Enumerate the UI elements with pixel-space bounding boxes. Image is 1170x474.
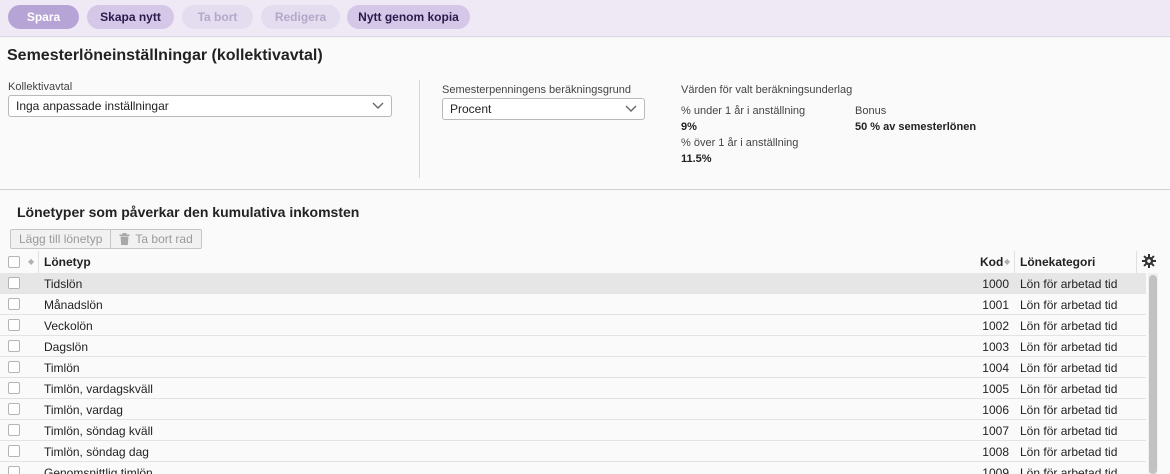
cell-category: Lön för arbetad tid — [1020, 403, 1118, 417]
select-all-checkbox[interactable] — [8, 256, 20, 268]
row-checkbox[interactable] — [8, 298, 20, 310]
column-header-code[interactable]: Kod — [980, 255, 1003, 269]
under-1-year-value: 9% — [681, 121, 697, 133]
cell-category: Lön för arbetad tid — [1020, 445, 1118, 459]
row-checkbox[interactable] — [8, 424, 20, 436]
section-divider — [419, 80, 420, 178]
chevron-down-icon — [372, 102, 384, 109]
grid-title: Lönetyper som påverkar den kumulativa in… — [17, 204, 360, 220]
table-row[interactable]: Timlön, vardagskväll 1005 Lön för arbetad … — [0, 378, 1146, 399]
row-checkbox[interactable] — [8, 445, 20, 457]
cell-salary-type: Tidslön — [44, 277, 83, 291]
cell-salary-type: Timlön, vardagskväll — [44, 382, 153, 396]
cell-salary-type: Veckolön — [44, 319, 93, 333]
grid-actions: Lägg till lönetyp Ta bort rad — [10, 229, 202, 249]
cell-salary-type: Timlön, söndag kväll — [44, 424, 153, 438]
table-row[interactable]: Timlön, söndag kväll 1007 Lön för arbetad … — [0, 420, 1146, 441]
cell-code: 1003 — [982, 340, 1009, 354]
table-row[interactable]: Veckolön 1002 Lön för arbetad tid — [0, 315, 1146, 336]
calc-basis-label: Semesterpenningens beräkningsgrund — [442, 84, 631, 96]
main-content: Semesterlöneinställningar (kollektivavta… — [0, 38, 1170, 474]
row-checkbox[interactable] — [8, 340, 20, 352]
row-checkbox[interactable] — [8, 466, 20, 474]
trash-icon — [119, 233, 130, 245]
column-separator — [1014, 251, 1015, 273]
chevron-down-icon — [625, 105, 637, 112]
row-checkbox[interactable] — [8, 319, 20, 331]
remove-row-button[interactable]: Ta bort rad — [110, 230, 200, 248]
column-header-name[interactable]: Lönetyp — [44, 255, 91, 269]
cell-code: 1000 — [982, 277, 1009, 291]
cell-code: 1006 — [982, 403, 1009, 417]
delete-button[interactable]: Ta bort — [182, 5, 253, 29]
row-checkbox[interactable] — [8, 403, 20, 415]
table-row[interactable]: Timlön, söndag dag 1008 Lön för arbetad ti… — [0, 441, 1146, 462]
over-1-year-value: 11.5% — [681, 153, 712, 165]
add-salary-type-label: Lägg till lönetyp — [19, 232, 103, 246]
column-separator — [1136, 251, 1137, 273]
row-checkbox[interactable] — [8, 361, 20, 373]
table-row[interactable]: Timlön 1004 Lön för arbetad tid — [0, 357, 1146, 378]
sort-icon[interactable]: ◆ — [1004, 257, 1010, 266]
sort-icon[interactable]: ◆ — [28, 257, 34, 266]
cell-category: Lön för arbetad tid — [1020, 382, 1118, 396]
column-separator — [38, 251, 39, 273]
table-row[interactable]: Genomsnittlig timlön 1009 Lön för arbetad … — [0, 462, 1146, 474]
edit-button[interactable]: Redigera — [261, 5, 340, 29]
cell-category: Lön för arbetad tid — [1020, 466, 1118, 474]
cell-code: 1009 — [982, 466, 1009, 474]
bonus-value: 50 % av semesterlönen — [855, 121, 977, 133]
toolbar: Spara Skapa nytt Ta bort Redigera Nytt g… — [0, 0, 1170, 37]
grid-header: ◆ Lönetyp Kod ◆ Lönekategori — [0, 251, 1160, 273]
column-header-category[interactable]: Lönekategori — [1020, 255, 1095, 269]
agreement-label: Kollektivavtal — [8, 81, 73, 93]
create-new-button[interactable]: Skapa nytt — [87, 5, 174, 29]
remove-row-label: Ta bort rad — [135, 232, 193, 246]
add-salary-type-button[interactable]: Lägg till lönetyp — [11, 230, 110, 248]
row-checkbox[interactable] — [8, 382, 20, 394]
cell-code: 1004 — [982, 361, 1009, 375]
cell-category: Lön för arbetad tid — [1020, 340, 1118, 354]
cell-code: 1002 — [982, 319, 1009, 333]
table-row[interactable]: Månadslön 1001 Lön för arbetad tid — [0, 294, 1146, 315]
scrollbar-thumb[interactable] — [1149, 275, 1157, 474]
cell-salary-type: Timlön, vardag — [44, 403, 123, 417]
calc-basis-select-value: Procent — [450, 102, 492, 116]
save-button[interactable]: Spara — [8, 5, 79, 29]
cell-code: 1007 — [982, 424, 1009, 438]
cell-salary-type: Dagslön — [44, 340, 89, 354]
cell-salary-type: Genomsnittlig timlön — [44, 466, 153, 474]
agreement-select[interactable]: Inga anpassade inställningar — [8, 95, 392, 117]
cell-category: Lön för arbetad tid — [1020, 277, 1118, 291]
values-heading: Värden för valt beräkningsunderlag — [681, 84, 853, 96]
over-1-year-label: % över 1 år i anställning — [681, 137, 799, 149]
row-checkbox[interactable] — [8, 277, 20, 289]
table-row[interactable]: Dagslön 1003 Lön för arbetad tid — [0, 336, 1146, 357]
cell-salary-type: Timlön — [44, 361, 80, 375]
cell-category: Lön för arbetad tid — [1020, 319, 1118, 333]
cell-code: 1001 — [982, 298, 1009, 312]
salary-types-grid: ◆ Lönetyp Kod ◆ Lönekategori Tidslön 100… — [0, 251, 1170, 474]
under-1-year-label: % under 1 år i anställning — [681, 105, 806, 117]
agreement-select-value: Inga anpassade inställningar — [16, 99, 169, 113]
calc-basis-select[interactable]: Procent — [442, 98, 645, 120]
page-title: Semesterlöneinställningar (kollektivavta… — [7, 47, 323, 64]
table-row[interactable]: Tidslön 1000 Lön för arbetad tid — [0, 273, 1146, 294]
table-row[interactable]: Timlön, vardag 1006 Lön för arbetad tid — [0, 399, 1146, 420]
gear-icon[interactable] — [1142, 254, 1156, 268]
cell-category: Lön för arbetad tid — [1020, 424, 1118, 438]
vertical-scrollbar[interactable] — [1148, 273, 1158, 474]
horizontal-divider — [0, 189, 1170, 190]
cell-category: Lön för arbetad tid — [1020, 298, 1118, 312]
bonus-label: Bonus — [855, 105, 887, 117]
cell-salary-type: Månadslön — [44, 298, 103, 312]
cell-salary-type: Timlön, söndag dag — [44, 445, 149, 459]
new-copy-button[interactable]: Nytt genom kopia — [347, 5, 470, 29]
cell-code: 1005 — [982, 382, 1009, 396]
cell-code: 1008 — [982, 445, 1009, 459]
cell-category: Lön för arbetad tid — [1020, 361, 1118, 375]
